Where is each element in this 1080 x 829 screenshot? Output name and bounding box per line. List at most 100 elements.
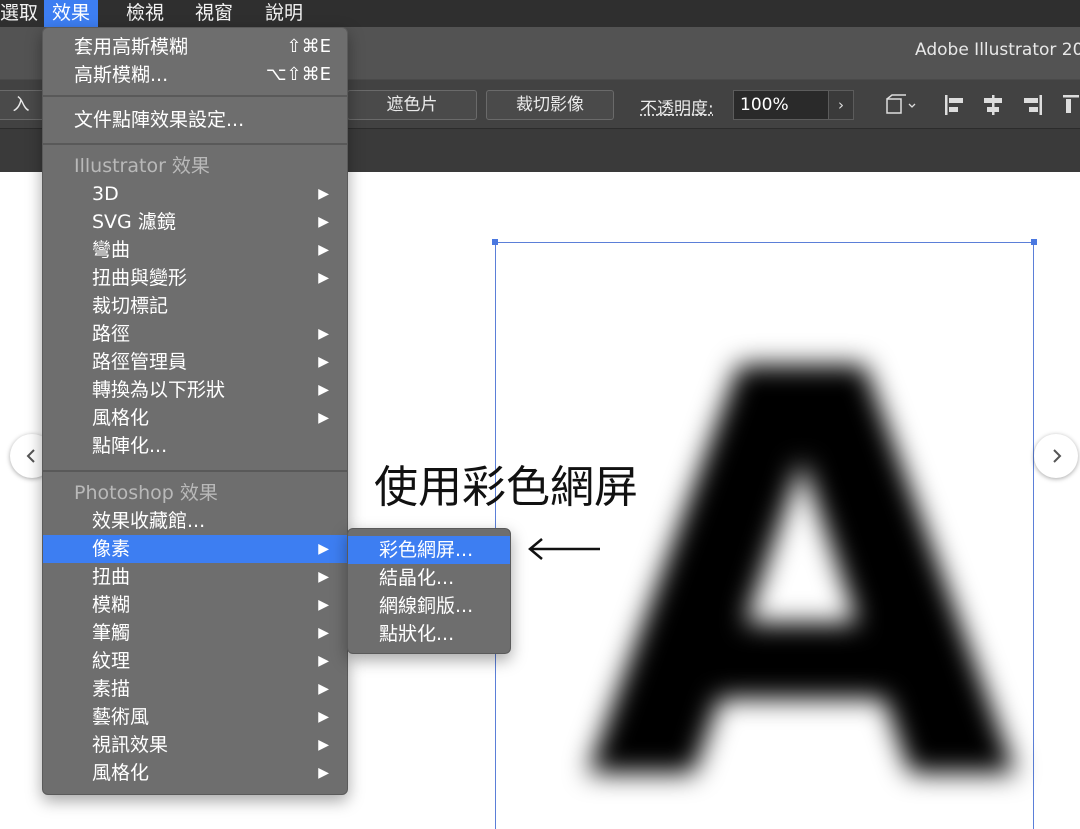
selection-handle-top-right[interactable] [1031,239,1037,245]
menu-item-distort-transform[interactable]: 扭曲與變形 ▶ [43,264,347,292]
opacity-input[interactable]: 100% [733,90,829,120]
menu-item-label: 彎曲 [92,239,131,261]
menu-item-warp[interactable]: 彎曲 ▶ [43,236,347,264]
submenu-arrow-icon: ▶ [318,625,329,641]
menu-item-label: 筆觸 [92,622,131,644]
submenu-arrow-icon: ▶ [318,709,329,725]
annotation-text: 使用彩色網屏 [374,462,638,513]
opacity-label: 不透明度: [640,99,714,119]
menu-item-label: 模糊 [92,594,131,616]
menu-separator [43,470,347,472]
menu-item-sketch[interactable]: 素描 ▶ [43,675,347,703]
menu-item-brush-strokes[interactable]: 筆觸 ▶ [43,619,347,647]
menu-view[interactable]: 檢視 [118,0,172,27]
menu-item-shortcut: ⇧⌘E [286,36,331,57]
menu-item-label: 藝術風 [92,706,150,728]
menu-item-gaussian-blur[interactable]: 高斯模糊... ⌥⇧⌘E [43,61,347,89]
submenu-item-color-halftone[interactable]: 彩色網屏... [348,536,510,564]
submenu-arrow-icon: ▶ [318,681,329,697]
selection-handle-top-left[interactable] [492,239,498,245]
submenu-arrow-icon: ▶ [318,653,329,669]
menu-item-label: 點陣化... [92,435,168,457]
menu-select[interactable]: 選取 [0,0,46,27]
submenu-arrow-icon: ▶ [318,270,329,286]
pixelate-submenu: 彩色網屏... 結晶化... 網線銅版... 點狀化... [347,528,511,654]
opacity-chevron-button[interactable]: › [828,90,854,120]
menu-item-artistic[interactable]: 藝術風 ▶ [43,703,347,731]
menu-item-label: 視訊效果 [92,734,169,756]
submenu-arrow-icon: ▶ [318,597,329,613]
menu-item-label: 點狀化... [379,623,455,645]
menu-item-label: 風格化 [92,407,150,429]
blurred-letter-artwork[interactable]: A [585,300,1018,829]
menu-item-video[interactable]: 視訊效果 ▶ [43,731,347,759]
menu-help[interactable]: 說明 [257,0,311,27]
submenu-item-pointillize[interactable]: 點狀化... [348,620,510,648]
submenu-arrow-icon: ▶ [318,737,329,753]
menu-item-pathfinder[interactable]: 路徑管理員 ▶ [43,348,347,376]
carousel-next-button[interactable] [1034,434,1078,478]
menu-item-rasterize[interactable]: 點陣化... [43,432,347,460]
transform-dropdown-icon[interactable] [884,94,920,116]
submenu-arrow-icon: ▶ [318,569,329,585]
menu-item-texture[interactable]: 紋理 ▶ [43,647,347,675]
submenu-arrow-icon: ▶ [318,410,329,426]
submenu-item-crystallize[interactable]: 結晶化... [348,564,510,592]
menu-item-label: 扭曲與變形 [92,267,188,289]
chevron-right-icon [1053,449,1062,463]
menu-item-document-raster-settings[interactable]: 文件點陣效果設定... [43,106,347,134]
menu-item-label: 扭曲 [92,566,131,588]
menu-item-label: 效果收藏館... [92,510,206,532]
illustrator-effects-header: Illustrator 效果 [74,155,210,177]
menu-item-label: 素描 [92,678,131,700]
clipping-mask-button[interactable]: 遮色片 [347,90,477,120]
menu-item-stylize[interactable]: 風格化 ▶ [43,404,347,432]
menu-item-label: 像素 [92,538,131,560]
crop-image-button[interactable]: 裁切影像 [486,90,614,120]
submenu-arrow-icon: ▶ [318,242,329,258]
chevron-left-icon [26,449,35,463]
menu-item-blur[interactable]: 模糊 ▶ [43,591,347,619]
menu-separator [43,95,347,97]
menu-item-label: 轉換為以下形狀 [92,379,226,401]
menu-item-label: 裁切標記 [92,295,169,317]
menu-window[interactable]: 視窗 [187,0,241,27]
menu-item-label: SVG 濾鏡 [92,211,176,233]
menu-item-label: 文件點陣效果設定... [74,109,245,131]
menu-item-pixelate[interactable]: 像素 ▶ [43,535,347,563]
annotation-arrow-icon [528,538,600,560]
menu-item-label: 彩色網屏... [379,539,474,561]
submenu-arrow-icon: ▶ [318,214,329,230]
menu-item-apply-gaussian-blur[interactable]: 套用高斯模糊 ⇧⌘E [43,33,347,61]
submenu-arrow-icon: ▶ [318,382,329,398]
menu-item-path[interactable]: 路徑 ▶ [43,320,347,348]
align-right-icon[interactable] [1020,94,1044,116]
menu-item-label: 網線銅版... [379,595,474,617]
photoshop-effects-header: Photoshop 效果 [74,482,218,504]
submenu-arrow-icon: ▶ [318,354,329,370]
submenu-arrow-icon: ▶ [318,186,329,202]
submenu-arrow-icon: ▶ [318,541,329,557]
submenu-arrow-icon: ▶ [318,326,329,342]
menu-item-svg-filters[interactable]: SVG 濾鏡 ▶ [43,208,347,236]
effect-menu: 套用高斯模糊 ⇧⌘E 高斯模糊... ⌥⇧⌘E 文件點陣效果設定... Illu… [42,27,348,795]
menu-item-label: 高斯模糊... [74,64,169,86]
menu-item-effect-gallery[interactable]: 效果收藏館... [43,507,347,535]
menu-bar: 選取 效果 檢視 視窗 說明 [0,0,1080,27]
menu-item-distort[interactable]: 扭曲 ▶ [43,563,347,591]
menu-effect[interactable]: 效果 [44,0,99,27]
app-title: Adobe Illustrator 20 [915,40,1080,60]
menu-item-label: 路徑管理員 [92,351,188,373]
menu-separator [43,143,347,145]
menu-item-convert-to-shape[interactable]: 轉換為以下形狀 ▶ [43,376,347,404]
align-top-icon[interactable] [1062,94,1080,116]
menu-item-3d[interactable]: 3D ▶ [43,180,347,208]
align-center-icon[interactable] [981,94,1005,116]
submenu-item-mezzotint[interactable]: 網線銅版... [348,592,510,620]
menu-item-label: 結晶化... [379,567,455,589]
menu-item-crop-marks[interactable]: 裁切標記 [43,292,347,320]
menu-item-stylize-photoshop[interactable]: 風格化 ▶ [43,759,347,787]
menu-item-label: 路徑 [92,323,131,345]
align-left-icon[interactable] [943,94,967,116]
partial-button[interactable]: 入 [0,90,46,120]
